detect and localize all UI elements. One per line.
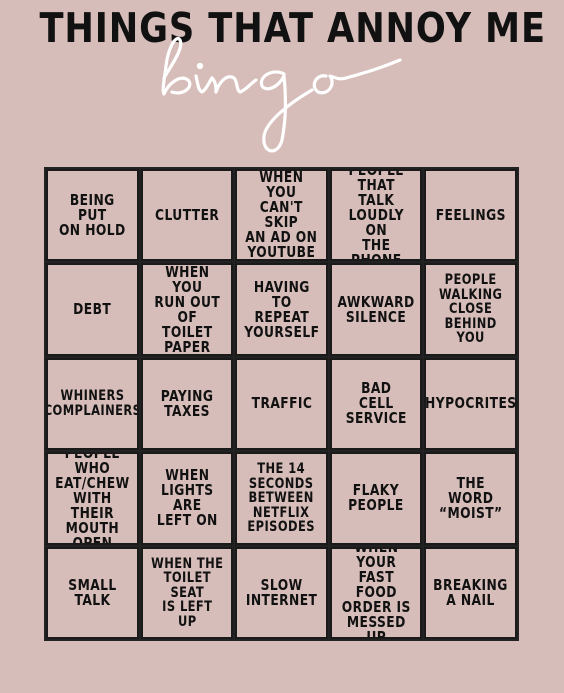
bingo-cell: WHEN YOUR FAST FOOD ORDER IS MESSED UP [329,546,423,639]
bingo-cell: WHEN YOU RUN OUT OF TOILET PAPER [140,263,234,356]
bingo-cell-label: WHEN YOU CAN'T SKIP AN AD ON YOUTUBE [245,169,318,262]
bingo-cell-label: HAVING TO REPEAT YOURSELF [243,277,320,341]
bingo-cell: WHEN THE TOILET SEAT IS LEFT UP [140,546,234,639]
bingo-cell: DEBT [46,263,139,356]
bingo-cell: BREAKING A NAIL [424,546,517,639]
bingo-cell: THE 14 SECONDS BETWEEN NETFLIX EPISODES [235,452,328,545]
bingo-cell-label: BEING PUT ON HOLD [58,190,126,239]
bingo-script-logo: bingo [150,30,420,160]
bingo-cell-label: WHEN YOU RUN OUT OF TOILET PAPER [154,263,220,356]
bingo-cell: CLUTTER [140,169,234,262]
bingo-cell-label: PAYING TAXES [160,386,214,420]
bingo-cell-label: FEELINGS [435,205,506,224]
bingo-cell-label: PEOPLE WALKING CLOSE BEHIND YOU [438,272,503,347]
bingo-cell-label: THE 14 SECONDS BETWEEN NETFLIX EPISODES [247,461,316,536]
bingo-cell: BEING PUT ON HOLD [46,169,139,262]
bingo-cell: WHEN LIGHTS ARE LEFT ON [140,452,234,545]
bingo-cell-label: SLOW INTERNET [245,575,318,609]
bingo-cell: SLOW INTERNET [235,546,328,639]
bingo-script-drawing [161,37,402,153]
bingo-cell-label: PEOPLE THAT TALK LOUDLY ON THE PHONE [348,169,404,262]
bingo-cell-label: CLUTTER [154,205,219,224]
bingo-cell: HYPOCRITES [424,357,517,451]
bingo-cell-label: WHEN LIGHTS ARE LEFT ON [156,466,218,530]
bingo-cell: TRAFFIC [235,357,328,451]
bingo-board: BEING PUT ON HOLD CLUTTER WHEN YOU CAN'T S… [44,167,519,641]
bingo-cell: WHINERS COMPLAINERS [46,357,139,451]
bingo-cell-label: WHEN THE TOILET SEAT IS LEFT UP [150,555,224,630]
bingo-cell: WHEN YOU CAN'T SKIP AN AD ON YOUTUBE [235,169,328,262]
bingo-cell: PEOPLE THAT TALK LOUDLY ON THE PHONE [329,169,423,262]
bingo-cell-label: THE WORD “MOIST” [438,473,503,522]
bingo-cell-label: SMALL TALK [68,575,117,609]
bingo-cell: PEOPLE WALKING CLOSE BEHIND YOU [424,263,517,356]
bingo-cell: BAD CELL SERVICE [329,357,423,451]
bingo-cell-label: HYPOCRITES [424,394,517,413]
bingo-cell-label: BAD CELL SERVICE [345,379,407,428]
bingo-cell-label: TRAFFIC [251,394,312,413]
bingo-cell-label: AWKWARD SILENCE [337,292,415,326]
bingo-cell-label: BREAKING A NAIL [433,575,508,609]
bingo-cell: FEELINGS [424,169,517,262]
bingo-cell: SMALL TALK [46,546,139,639]
bingo-cell: PEOPLE WHO EAT/CHEW WITH THEIR MOUTH OPE… [46,452,139,545]
bingo-cell: AWKWARD SILENCE [329,263,423,356]
bingo-cell-label: FLAKY PEOPLE [348,481,404,515]
bingo-cell: THE WORD “MOIST” [424,452,517,545]
bingo-cell-label: PEOPLE WHO EAT/CHEW WITH THEIR MOUTH OPE… [55,452,130,545]
bingo-cell: PAYING TAXES [140,357,234,451]
bingo-cell: FLAKY PEOPLE [329,452,423,545]
bingo-cell-label: DEBT [73,300,112,319]
bingo-cell-label: WHEN YOUR FAST FOOD ORDER IS MESSED UP [341,546,411,639]
bingo-cell: HAVING TO REPEAT YOURSELF [235,263,328,356]
bingo-cell-label: WHINERS COMPLAINERS [46,388,139,419]
